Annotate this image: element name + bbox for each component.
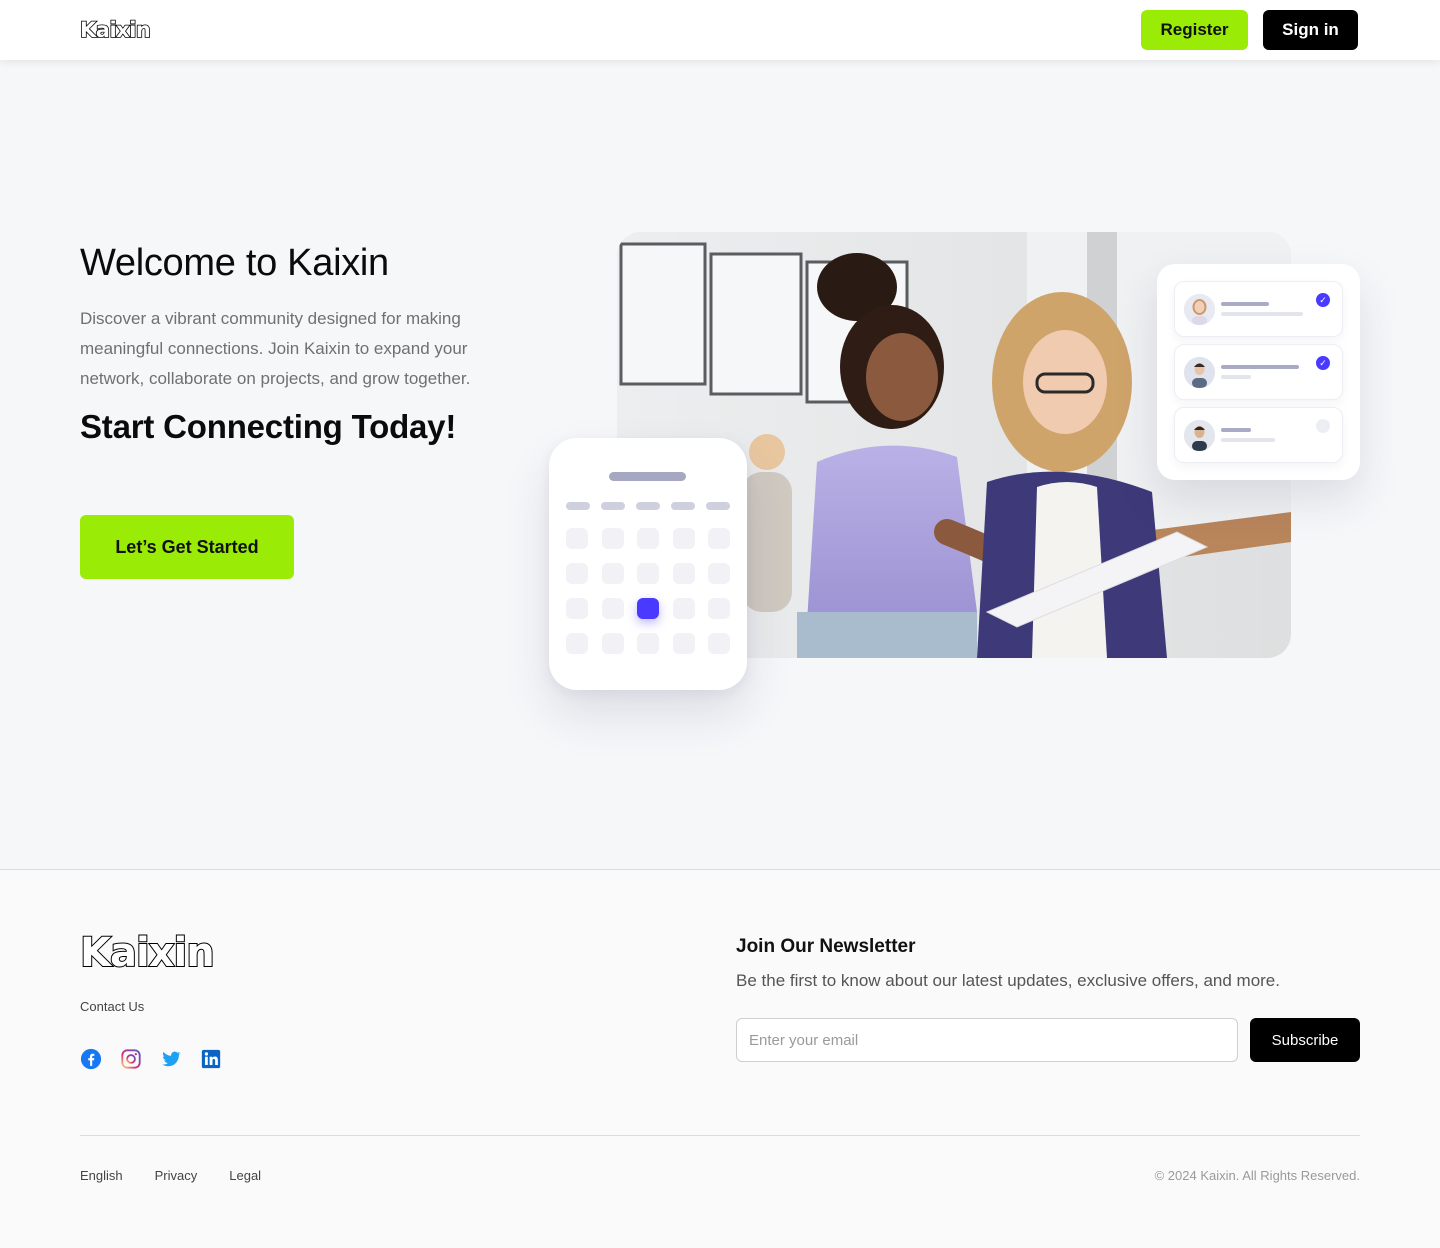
calendar-grid [566, 502, 730, 668]
member-detail-placeholder [1221, 375, 1251, 379]
weekday-label [636, 502, 660, 510]
calendar-day [566, 598, 588, 619]
check-icon: ✓ [1316, 356, 1330, 370]
calendar-day [708, 598, 730, 619]
sign-in-button[interactable]: Sign in [1263, 10, 1358, 50]
facebook-icon[interactable] [80, 1048, 102, 1070]
calendar-day [566, 563, 588, 584]
calendar-header [609, 472, 686, 481]
weekday-label [706, 502, 730, 510]
calendar-day [708, 633, 730, 654]
calendar-day [601, 528, 624, 549]
calendar-day [601, 563, 624, 584]
man-avatar [1184, 357, 1215, 388]
social-links [80, 1048, 222, 1070]
calendar-day [672, 563, 695, 584]
calendar-day [637, 528, 659, 549]
logo[interactable]: Kaixin [79, 17, 151, 43]
footer-logo[interactable]: Kaixin [79, 929, 216, 977]
member-detail-placeholder [1221, 312, 1303, 316]
calendar-day [566, 528, 588, 549]
calendar-day [566, 633, 588, 654]
weekday-label [601, 502, 625, 510]
newsletter-description: Be the first to know about our latest up… [736, 971, 1280, 990]
calendar-day [708, 528, 730, 549]
hero-title: Welcome to Kaixin [80, 242, 389, 284]
twitter-icon[interactable] [160, 1048, 182, 1070]
unchecked-icon [1316, 419, 1330, 433]
check-icon: ✓ [1316, 293, 1330, 307]
weekday-label [566, 502, 590, 510]
footer-links: English Privacy Legal [80, 1168, 261, 1183]
footer-divider [80, 1135, 1360, 1136]
woman-avatar [1184, 294, 1215, 325]
privacy-link[interactable]: Privacy [155, 1168, 198, 1183]
hero-subtitle: Start Connecting Today! [80, 408, 457, 445]
email-input[interactable] [736, 1018, 1238, 1062]
hero-description: Discover a vibrant community designed fo… [80, 309, 471, 388]
contact-us-link[interactable]: Contact Us [80, 999, 144, 1014]
calendar-day-selected [637, 598, 659, 619]
member-item: ✓ [1174, 344, 1343, 400]
calendar-day [637, 633, 659, 654]
member-item [1174, 407, 1343, 463]
member-name-placeholder [1221, 365, 1299, 369]
weekday-label [671, 502, 695, 510]
members-card: ✓ ✓ [1157, 264, 1360, 480]
copyright-text: © 2024 Kaixin. All Rights Reserved. [1154, 1168, 1360, 1183]
top-navbar: Kaixin Register Sign in [0, 0, 1440, 60]
newsletter-title: Join Our Newsletter [736, 936, 916, 957]
calendar-day [672, 598, 695, 619]
get-started-button[interactable]: Let’s Get Started [80, 515, 294, 579]
man-avatar [1184, 420, 1215, 451]
calendar-day [601, 633, 624, 654]
register-button[interactable]: Register [1141, 10, 1248, 50]
member-name-placeholder [1221, 302, 1269, 306]
calendar-day [708, 563, 730, 584]
subscribe-button[interactable]: Subscribe [1250, 1018, 1360, 1062]
calendar-day [672, 528, 695, 549]
calendar-day [601, 598, 624, 619]
legal-link[interactable]: Legal [229, 1168, 261, 1183]
member-detail-placeholder [1221, 438, 1275, 442]
member-item: ✓ [1174, 281, 1343, 337]
calendar-day [672, 633, 695, 654]
member-name-placeholder [1221, 428, 1251, 432]
instagram-icon[interactable] [120, 1048, 142, 1070]
language-link[interactable]: English [80, 1168, 123, 1183]
calendar-card [549, 438, 747, 690]
linkedin-icon[interactable] [200, 1048, 222, 1070]
footer: Kaixin Contact Us Join Our Newsletter Be… [0, 869, 1440, 1248]
calendar-day [637, 563, 659, 584]
